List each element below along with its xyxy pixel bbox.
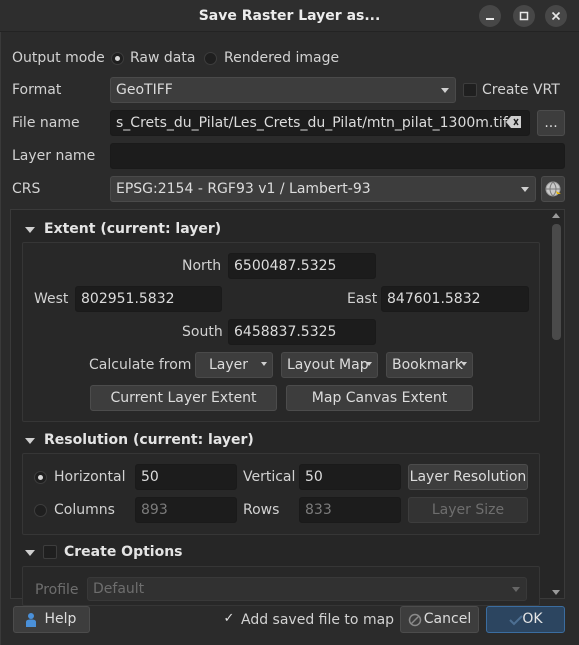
create-vrt-checkbox[interactable] bbox=[463, 83, 477, 97]
scroll-up-icon[interactable] bbox=[552, 213, 560, 218]
output-mode-label: Output mode bbox=[12, 50, 105, 66]
resolution-title[interactable]: Resolution (current: layer) bbox=[44, 430, 254, 450]
cancel-label: Cancel bbox=[423, 611, 472, 627]
maximize-icon bbox=[519, 11, 529, 21]
profile-value: Default bbox=[93, 581, 145, 597]
chevron-down-icon bbox=[441, 88, 449, 93]
horizontal-radio[interactable] bbox=[34, 471, 47, 484]
map-canvas-extent-button[interactable]: Map Canvas Extent bbox=[286, 385, 473, 411]
scroll-down-icon[interactable] bbox=[552, 590, 560, 595]
profile-label: Profile bbox=[35, 582, 79, 598]
vertical-input[interactable]: 50 bbox=[299, 464, 401, 490]
dropdown-arrow-icon bbox=[261, 362, 267, 366]
calc-layout-map-button[interactable]: Layout Map bbox=[281, 352, 378, 378]
add-to-map-checkbox[interactable]: ✓ bbox=[222, 612, 236, 626]
rendered-image-radio[interactable] bbox=[204, 52, 217, 65]
chevron-down-icon bbox=[521, 187, 529, 192]
browse-button[interactable]: ... bbox=[537, 110, 565, 136]
minimize-button[interactable] bbox=[479, 5, 501, 27]
east-label: East bbox=[347, 291, 378, 307]
ok-button[interactable]: OK bbox=[486, 606, 565, 633]
add-to-map-label[interactable]: Add saved file to map bbox=[241, 610, 394, 630]
crs-select[interactable]: EPSG:2154 - RGF93 v1 / Lambert-93 bbox=[110, 176, 536, 202]
help-label: Help bbox=[44, 611, 77, 627]
collapse-triangle-icon[interactable] bbox=[25, 227, 35, 233]
west-input[interactable]: 802951.5832 bbox=[75, 286, 222, 312]
close-button[interactable] bbox=[545, 5, 567, 27]
south-input[interactable]: 6458837.5325 bbox=[228, 319, 376, 345]
current-layer-extent-button[interactable]: Current Layer Extent bbox=[90, 385, 277, 411]
layer-size-button[interactable]: Layer Size bbox=[408, 497, 528, 523]
dropdown-arrow-icon bbox=[461, 362, 467, 366]
columns-radio[interactable] bbox=[34, 504, 47, 517]
profile-select[interactable]: Default bbox=[87, 577, 527, 601]
format-value: GeoTIFF bbox=[116, 82, 173, 98]
scrollbar-thumb[interactable] bbox=[552, 224, 561, 340]
file-name-label: File name bbox=[12, 115, 80, 131]
crs-value: EPSG:2154 - RGF93 v1 / Lambert-93 bbox=[116, 181, 371, 197]
chevron-down-icon bbox=[512, 587, 520, 592]
help-button[interactable]: Help bbox=[13, 606, 90, 633]
crs-selector-button[interactable] bbox=[541, 176, 565, 202]
layer-name-input[interactable] bbox=[110, 143, 565, 169]
raw-data-radio[interactable] bbox=[111, 52, 124, 65]
layer-name-label: Layer name bbox=[12, 148, 96, 164]
calc-bookmark-button[interactable]: Bookmark bbox=[386, 352, 473, 378]
rows-input[interactable]: 833 bbox=[299, 497, 401, 523]
checkmark-icon bbox=[509, 615, 523, 626]
file-name-value: s_Crets_du_Pilat/Les_Crets_du_Pilat/mtn_… bbox=[116, 115, 508, 131]
create-options-checkbox[interactable] bbox=[43, 545, 57, 559]
south-label: South bbox=[182, 324, 223, 340]
globe-icon bbox=[545, 181, 561, 197]
format-select[interactable]: GeoTIFF bbox=[110, 77, 456, 103]
raw-data-label[interactable]: Raw data bbox=[130, 48, 195, 68]
east-input[interactable]: 847601.5832 bbox=[381, 286, 529, 312]
west-label: West bbox=[34, 291, 69, 307]
rendered-image-label[interactable]: Rendered image bbox=[224, 48, 339, 68]
north-label: North bbox=[182, 258, 222, 274]
horizontal-label[interactable]: Horizontal bbox=[54, 467, 125, 487]
collapse-triangle-icon[interactable] bbox=[25, 438, 35, 444]
create-options-title[interactable]: Create Options bbox=[64, 542, 183, 562]
crs-label: CRS bbox=[12, 181, 41, 197]
clear-icon[interactable] bbox=[506, 115, 522, 133]
dropdown-arrow-icon bbox=[366, 362, 372, 366]
calc-layer-button[interactable]: Layer bbox=[195, 352, 273, 378]
calc-layer-label: Layer bbox=[209, 357, 249, 373]
minimize-icon bbox=[486, 18, 494, 20]
file-name-input[interactable]: s_Crets_du_Pilat/Les_Crets_du_Pilat/mtn_… bbox=[110, 110, 530, 136]
columns-label[interactable]: Columns bbox=[54, 500, 115, 520]
columns-input[interactable]: 893 bbox=[135, 497, 237, 523]
layer-resolution-button[interactable]: Layer Resolution bbox=[408, 464, 528, 490]
calc-bookmark-label: Bookmark bbox=[392, 357, 463, 373]
cancel-icon bbox=[408, 613, 422, 627]
ok-label: OK bbox=[522, 611, 543, 627]
rows-label: Rows bbox=[243, 502, 280, 518]
vertical-label: Vertical bbox=[243, 469, 296, 485]
extent-title[interactable]: Extent (current: layer) bbox=[44, 219, 221, 239]
cancel-button[interactable]: Cancel bbox=[400, 606, 479, 633]
collapse-triangle-icon[interactable] bbox=[25, 550, 35, 556]
maximize-button[interactable] bbox=[513, 5, 535, 27]
horizontal-input[interactable]: 50 bbox=[135, 464, 237, 490]
calc-layout-map-label: Layout Map bbox=[287, 357, 369, 373]
close-icon bbox=[551, 11, 561, 21]
north-input[interactable]: 6500487.5325 bbox=[228, 253, 376, 279]
format-label: Format bbox=[12, 82, 62, 98]
create-vrt-label[interactable]: Create VRT bbox=[482, 80, 560, 100]
help-person-icon bbox=[26, 613, 36, 627]
calculate-from-label: Calculate from bbox=[89, 357, 192, 373]
